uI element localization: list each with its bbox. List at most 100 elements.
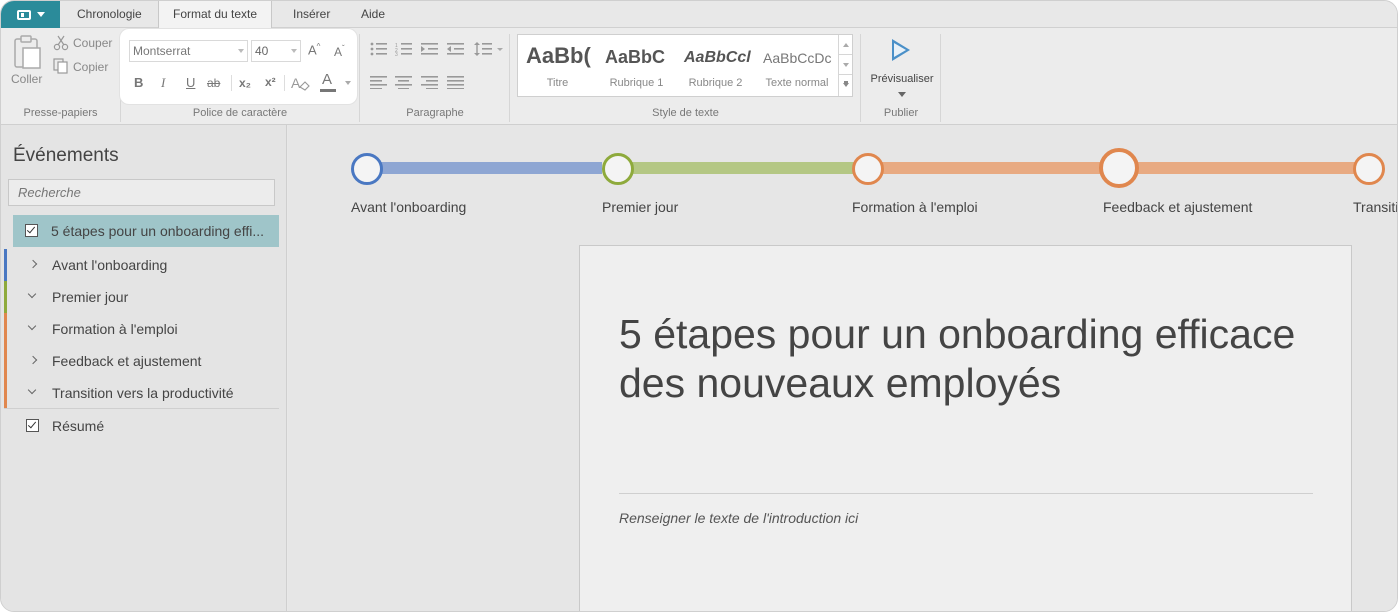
bullet-list-button[interactable] <box>370 42 388 56</box>
style-name: Texte normal <box>765 77 829 89</box>
event-label: Premier jour <box>52 289 129 305</box>
event-item-formation[interactable]: Formation à l'emploi <box>4 313 279 345</box>
gallery-expand-button[interactable] <box>839 75 852 95</box>
line-spacing-button[interactable] <box>474 41 504 57</box>
font-color-button[interactable]: A <box>319 71 351 95</box>
style-rubrique-2[interactable]: AaBbCcl Rubrique 2 <box>676 35 755 96</box>
style-titre[interactable]: AaBb( Titre <box>518 35 597 96</box>
preview-button[interactable]: Prévisualiser <box>867 36 937 100</box>
bold-button[interactable]: B <box>134 75 143 90</box>
timeline-node-transition[interactable] <box>1353 153 1385 185</box>
style-group-label: Style de texte <box>652 107 719 119</box>
chevron-down-icon[interactable] <box>27 291 39 303</box>
chevron-right-icon[interactable] <box>27 259 39 271</box>
tab-inserer[interactable]: Insérer <box>279 1 344 28</box>
expand-icon <box>842 83 849 87</box>
caret-down-icon <box>36 12 45 17</box>
font-size-value: 40 <box>255 44 269 58</box>
indent-button[interactable] <box>421 42 439 56</box>
tab-chronologie[interactable]: Chronologie <box>63 1 156 28</box>
paste-label: Coller <box>11 72 43 86</box>
grow-font-icon: A <box>308 42 317 58</box>
event-label: Transition vers la productivité <box>52 385 234 401</box>
align-right-button[interactable] <box>421 75 439 90</box>
timeline-segment <box>1120 162 1358 174</box>
style-gallery: AaBb( Titre AaBbC Rubrique 1 AaBbCcl Rub… <box>517 34 853 97</box>
font-color-swatch <box>320 89 336 92</box>
event-item-avant-onboarding[interactable]: Avant l'onboarding <box>4 249 279 281</box>
app-menu-icon <box>16 9 31 20</box>
event-color-bar <box>4 377 7 408</box>
font-name-value: Montserrat <box>133 44 191 58</box>
numbered-list-button[interactable]: 1 2 3 <box>395 42 413 58</box>
align-left-icon <box>370 76 387 90</box>
event-item-feedback[interactable]: Feedback et ajustement <box>4 345 279 377</box>
timeline-node-avant-onboarding[interactable] <box>351 153 383 185</box>
superscript-button[interactable]: x² <box>265 75 276 89</box>
event-root-item[interactable]: 5 étapes pour un onboarding effi... <box>13 215 279 247</box>
checkbox-checked-icon[interactable] <box>26 419 39 432</box>
cut-button[interactable]: Couper <box>53 35 115 53</box>
justify-button[interactable] <box>447 75 465 90</box>
svg-text:A: A <box>291 75 301 91</box>
chevron-down-icon[interactable] <box>27 387 39 399</box>
tab-format-du-texte[interactable]: Format du texte <box>158 1 273 29</box>
align-center-button[interactable] <box>395 75 413 90</box>
timeline-node-premier-jour[interactable] <box>602 153 634 185</box>
chevron-down-icon <box>842 62 849 67</box>
cut-label: Couper <box>73 36 113 50</box>
strikethrough-button[interactable]: ab <box>207 76 220 90</box>
gallery-scroll-up-button[interactable] <box>839 35 852 55</box>
timeline-label: Feedback et ajustement <box>1103 199 1253 215</box>
timeline-segment <box>618 162 854 174</box>
chevron-up-icon <box>842 42 849 47</box>
copy-button[interactable]: Copier <box>53 58 115 76</box>
document-card[interactable]: 5 étapes pour un onboarding efficace des… <box>579 245 1352 611</box>
copy-label: Copier <box>73 60 109 74</box>
clipboard-group-label: Presse-papiers <box>23 107 98 119</box>
shrink-font-button[interactable]: Aˇ <box>334 44 345 59</box>
align-center-icon <box>395 76 412 90</box>
ribbon: Coller Couper Copier Presse-papiers Mont… <box>1 28 1397 125</box>
grow-font-button[interactable]: A^ <box>308 42 320 57</box>
chevron-down-icon[interactable] <box>27 323 39 335</box>
document-intro[interactable]: Renseigner le texte de l'introduction ic… <box>619 510 858 526</box>
event-summary-label: Résumé <box>52 418 105 434</box>
event-summary-item[interactable]: Résumé <box>4 410 279 442</box>
timeline-label: Formation à l'emploi <box>852 199 978 215</box>
chevron-right-icon[interactable] <box>27 355 39 367</box>
paste-button[interactable]: Coller <box>7 34 47 90</box>
event-color-bar <box>4 281 7 313</box>
checkbox-checked-icon[interactable] <box>25 224 38 237</box>
ribbon-separator <box>940 34 941 122</box>
event-item-transition[interactable]: Transition vers la productivité <box>4 377 279 409</box>
font-name-select[interactable]: Montserrat <box>129 40 248 62</box>
timeline-node-formation[interactable] <box>852 153 884 185</box>
document-title[interactable]: 5 étapes pour un onboarding efficace des… <box>619 310 1299 408</box>
timeline-label: Premier jour <box>602 199 679 215</box>
publish-group-label: Publier <box>883 107 919 119</box>
clear-format-button[interactable]: A <box>290 73 310 93</box>
event-color-bar <box>4 313 7 345</box>
event-item-premier-jour[interactable]: Premier jour <box>4 281 279 313</box>
align-left-button[interactable] <box>370 75 388 90</box>
gallery-scroll-down-button[interactable] <box>839 55 852 75</box>
style-texte-normal[interactable]: AaBbCcDc Texte normal <box>755 35 839 96</box>
event-color-bar <box>4 249 7 281</box>
italic-button[interactable]: I <box>161 75 165 91</box>
tab-aide[interactable]: Aide <box>347 1 399 28</box>
paste-icon <box>14 35 41 69</box>
paragraph-group-label: Paragraphe <box>406 107 464 119</box>
timeline-node-feedback[interactable] <box>1099 148 1139 188</box>
app-menu-button[interactable] <box>1 1 60 28</box>
font-panel: Montserrat 40 A^ Aˇ B I U ab x₂ x² A A <box>120 29 357 104</box>
app-window: Chronologie Format du texte Insérer Aide… <box>0 0 1398 612</box>
font-size-select[interactable]: 40 <box>251 40 301 62</box>
outdent-button[interactable] <box>447 42 465 56</box>
search-input[interactable] <box>8 179 275 206</box>
font-group-label: Police de caractère <box>192 107 288 119</box>
justify-icon <box>447 76 464 90</box>
subscript-button[interactable]: x₂ <box>239 76 251 90</box>
underline-button[interactable]: U <box>186 75 195 90</box>
style-rubrique-1[interactable]: AaBbC Rubrique 1 <box>597 35 676 96</box>
